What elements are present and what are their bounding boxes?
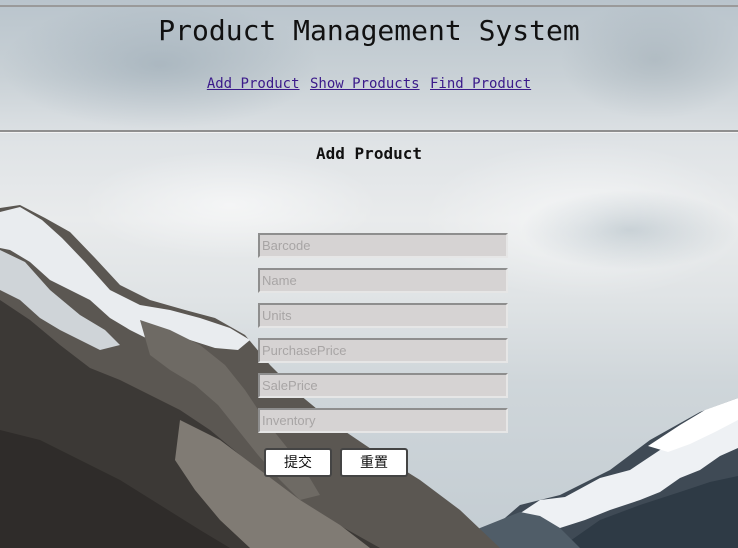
nav-link-find-product[interactable]: Find Product	[430, 76, 531, 92]
name-input[interactable]	[258, 268, 508, 293]
mountain-right-snow	[510, 404, 738, 534]
header-divider	[0, 130, 738, 133]
mountain-left-snow-2	[0, 250, 120, 350]
units-input[interactable]	[258, 303, 508, 328]
reset-button[interactable]: 重置	[340, 448, 408, 477]
mountain-right-snow-peak	[648, 398, 738, 452]
sale-price-input[interactable]	[258, 373, 508, 398]
purchase-price-input[interactable]	[258, 338, 508, 363]
mountain-left-foreground	[0, 430, 230, 548]
add-product-form	[258, 233, 508, 443]
submit-button[interactable]: 提交	[264, 448, 332, 477]
page-header: Product Management System	[0, 14, 738, 47]
barcode-input[interactable]	[258, 233, 508, 258]
top-divider	[0, 5, 738, 7]
section-title: Add Product	[316, 144, 422, 163]
mountain-right	[470, 398, 738, 548]
nav-link-add-product[interactable]: Add Product	[207, 76, 300, 92]
mountain-right-shadow	[560, 476, 738, 548]
site-title: Product Management System	[158, 14, 580, 47]
inventory-input[interactable]	[258, 408, 508, 433]
form-actions: 提交 重置	[264, 448, 424, 477]
cloud	[520, 190, 738, 270]
mountain-mid-right	[440, 512, 580, 548]
nav-link-show-products[interactable]: Show Products	[310, 76, 420, 92]
main-nav: Add Product Show Products Find Product	[0, 76, 738, 92]
